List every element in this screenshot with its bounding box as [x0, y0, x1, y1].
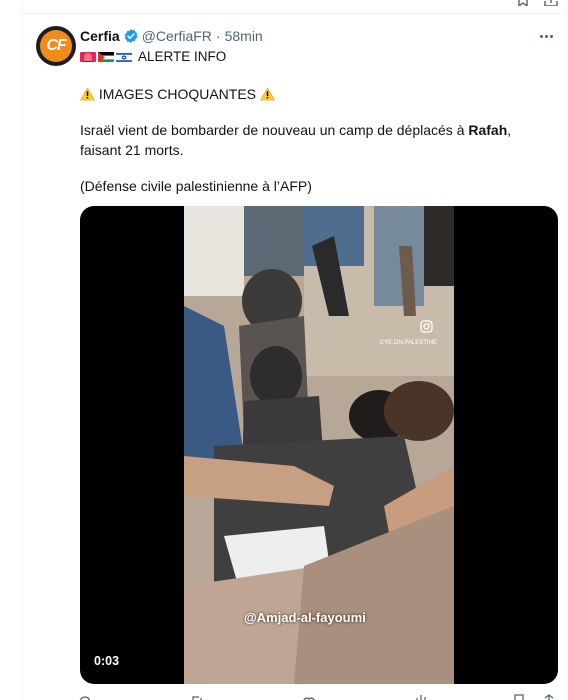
more-dot	[539, 34, 543, 38]
share-icon[interactable]	[544, 0, 558, 6]
repost-icon[interactable]	[190, 694, 204, 700]
body-text: Israël vient de bombarder de nouveau un …	[80, 122, 469, 138]
tweet-source-line: (Défense civile palestinienne à l’AFP)	[80, 178, 312, 194]
avatar[interactable]: CF	[36, 26, 76, 66]
video-watermark: @Amjad-al-fayoumi	[244, 610, 366, 625]
video-player[interactable]: EYE.ON.PALESTINE @Amjad-al-fayoumi 0:03	[80, 206, 558, 684]
views-icon[interactable]	[414, 694, 428, 700]
more-dot	[544, 34, 548, 38]
warning-icon	[259, 87, 275, 101]
tweet-timestamp[interactable]: 58min	[225, 28, 263, 44]
alert-info-label: ALERTE INFO	[138, 48, 227, 64]
warning-text: IMAGES CHOQUANTES	[98, 86, 257, 102]
bookmark-icon[interactable]	[516, 0, 530, 6]
author-bio-line: ALERTE INFO	[80, 47, 226, 65]
israel-flag-icon	[116, 51, 132, 62]
tweet-body-line-2: faisant 21 morts.	[80, 142, 184, 158]
verified-badge-icon[interactable]	[123, 28, 139, 44]
body-text: ,	[507, 122, 512, 138]
video-timecode: 0:03	[94, 654, 120, 668]
more-dot	[549, 34, 553, 38]
more-options-button[interactable]	[536, 28, 556, 44]
body-bold-place: Rafah	[468, 122, 508, 138]
bookmark-icon[interactable]	[512, 694, 526, 700]
previous-tweet-edge	[22, 0, 566, 14]
share-icon[interactable]	[542, 694, 556, 700]
timeline-right-border	[566, 0, 567, 700]
siren-icon	[80, 51, 96, 62]
tweet-actions-row	[78, 694, 558, 700]
author-display-name[interactable]: Cerfia	[80, 28, 120, 44]
warning-icon	[80, 87, 95, 101]
author-handle[interactable]: @CerfiaFR	[142, 28, 212, 44]
video-frame: EYE.ON.PALESTINE @Amjad-al-fayoumi	[184, 206, 454, 684]
tweet-header: Cerfia @CerfiaFR · 58min	[80, 26, 263, 46]
palestine-flag-icon	[98, 51, 114, 62]
like-icon[interactable]	[302, 694, 316, 700]
instagram-handle: EYE.ON.PALESTINE	[380, 340, 437, 346]
tweet[interactable]: CF Cerfia @CerfiaFR · 58min ALERTE INFO …	[22, 14, 566, 700]
tweet-body-line-1: Israël vient de bombarder de nouveau un …	[80, 120, 511, 140]
instagram-icon	[420, 320, 433, 333]
warning-line: IMAGES CHOQUANTES	[80, 84, 275, 104]
reply-icon[interactable]	[78, 694, 92, 700]
avatar-logo: CF	[46, 37, 66, 54]
header-separator: ·	[215, 28, 221, 44]
